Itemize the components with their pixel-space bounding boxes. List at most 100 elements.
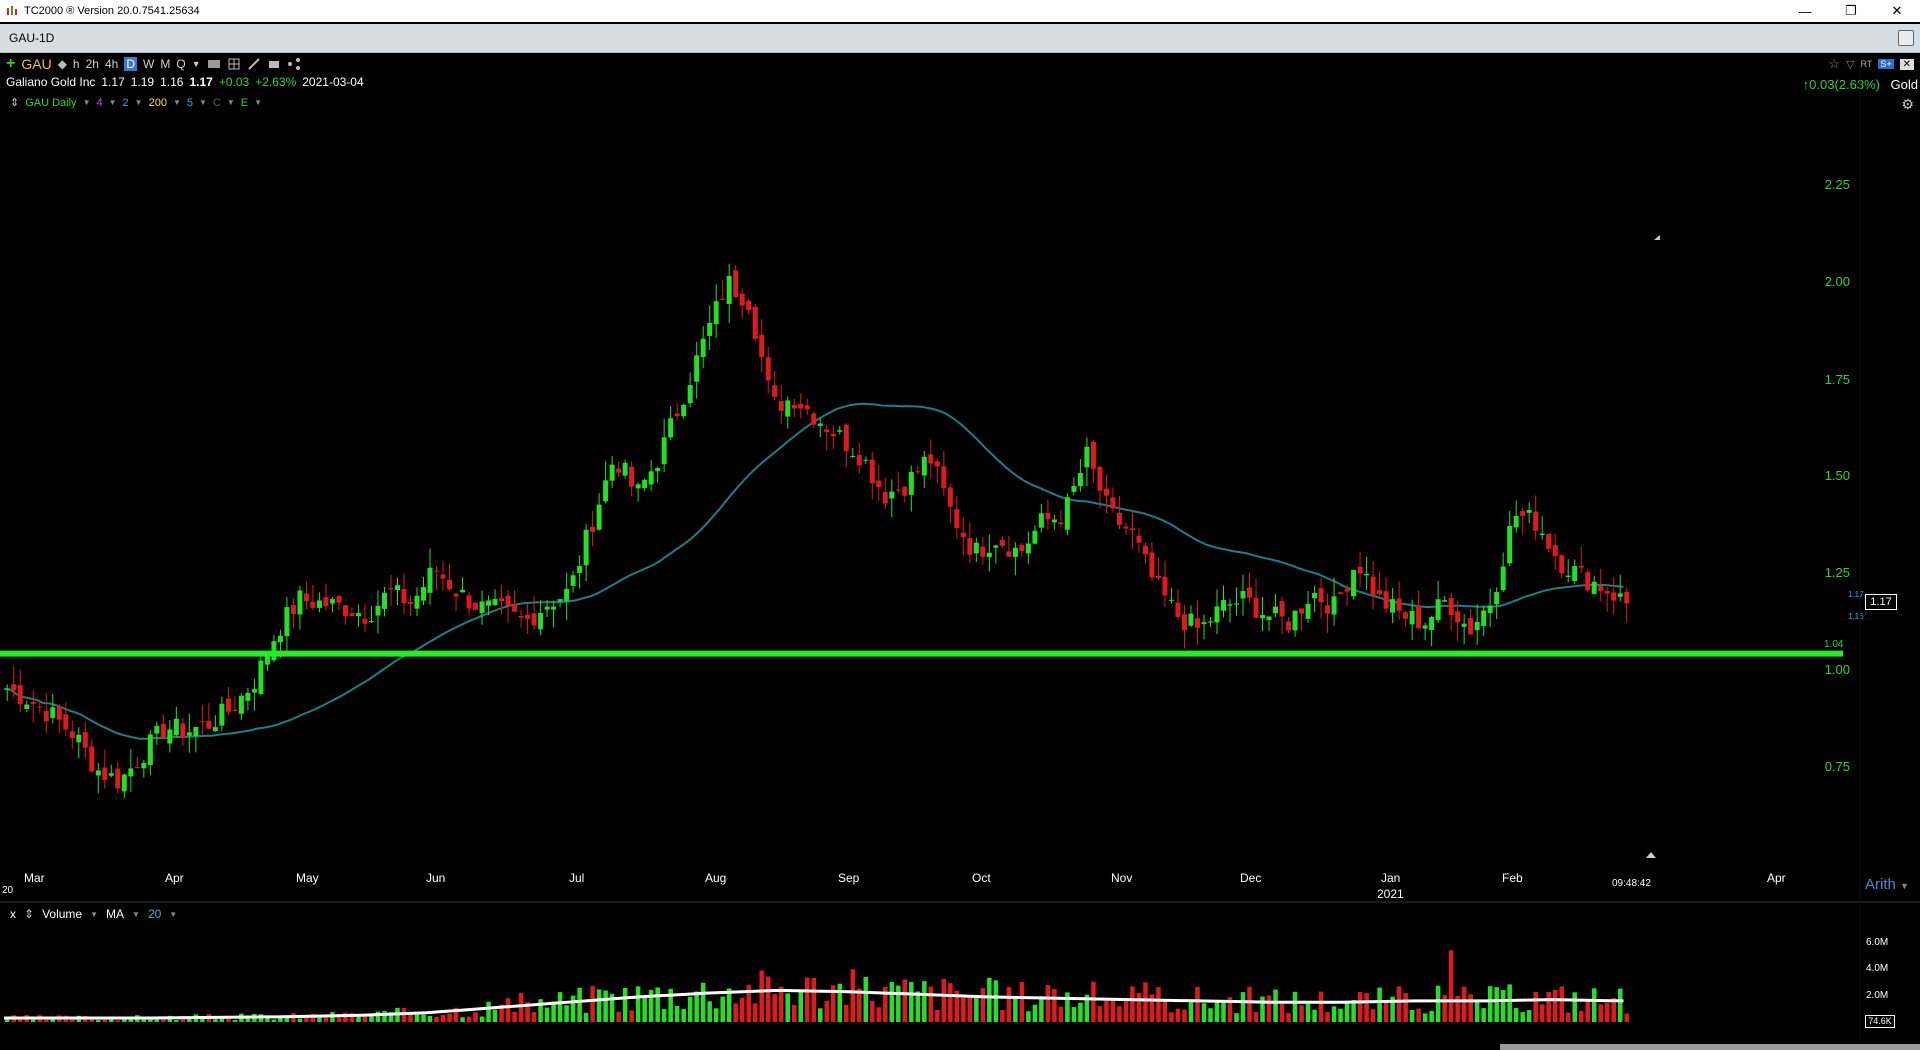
candle-body bbox=[95, 770, 101, 776]
volume-bar bbox=[232, 1019, 238, 1022]
volume-bar bbox=[1494, 987, 1499, 1022]
candle-body bbox=[1507, 526, 1513, 564]
candle-body bbox=[1129, 528, 1135, 531]
candle-body bbox=[43, 710, 49, 722]
candle-body bbox=[1155, 575, 1161, 579]
candle-body bbox=[24, 704, 30, 709]
volume-bar bbox=[1305, 1003, 1311, 1022]
candle-body bbox=[629, 466, 635, 487]
volume-bar bbox=[928, 986, 934, 1022]
candle-body bbox=[785, 400, 791, 417]
volume-bar bbox=[447, 1013, 452, 1022]
candle-body bbox=[863, 459, 869, 461]
scroll-up-marker bbox=[1646, 852, 1656, 858]
candle-body bbox=[375, 605, 381, 616]
volume-bar bbox=[772, 994, 777, 1022]
volume-bar bbox=[1078, 1002, 1083, 1022]
volume-bar bbox=[681, 1008, 686, 1022]
volume-bar bbox=[492, 1009, 498, 1022]
volume-bar bbox=[1208, 1008, 1213, 1022]
volume-bar bbox=[226, 1018, 231, 1022]
candle-body bbox=[960, 532, 966, 538]
candle-body bbox=[154, 725, 160, 734]
candle-body bbox=[1045, 512, 1051, 520]
candle-body bbox=[141, 762, 147, 769]
candle-body bbox=[1312, 592, 1318, 599]
candle-body bbox=[186, 732, 192, 736]
volume-bar bbox=[1344, 1002, 1350, 1022]
volume-bar bbox=[616, 1011, 621, 1022]
volume-bar bbox=[1546, 991, 1551, 1022]
volume-bar bbox=[1234, 1013, 1239, 1022]
volume-bar bbox=[414, 1014, 420, 1022]
candle-body bbox=[362, 618, 368, 624]
candle-body bbox=[466, 595, 472, 609]
candle-body bbox=[1409, 610, 1415, 625]
candle-body bbox=[1351, 570, 1357, 597]
volume-bar bbox=[213, 1019, 218, 1022]
candle-body bbox=[928, 454, 934, 464]
volume-bar bbox=[974, 997, 979, 1022]
candle-body bbox=[700, 338, 706, 358]
candle-body bbox=[388, 588, 394, 590]
candle-body bbox=[434, 570, 440, 572]
candle-body bbox=[512, 603, 518, 612]
volume-bar bbox=[577, 987, 582, 1022]
candle-body bbox=[381, 592, 387, 609]
candle-body bbox=[772, 385, 778, 397]
volume-bar bbox=[531, 1012, 537, 1022]
volume-bar bbox=[518, 993, 524, 1022]
candle-body bbox=[895, 489, 901, 491]
candle-body bbox=[1318, 588, 1324, 603]
candle-body bbox=[1110, 497, 1116, 509]
volume-bar bbox=[1624, 1013, 1629, 1022]
candle-body bbox=[1624, 591, 1630, 604]
candle-body bbox=[1136, 535, 1142, 543]
candle-body bbox=[251, 689, 257, 693]
volume-bar bbox=[1370, 1009, 1376, 1022]
volume-bar bbox=[1481, 1008, 1486, 1022]
volume-bar bbox=[564, 1005, 569, 1022]
volume-bar bbox=[434, 1016, 439, 1022]
volume-bar bbox=[1474, 999, 1480, 1022]
candle-body bbox=[1260, 614, 1266, 619]
volume-bar bbox=[1312, 1009, 1317, 1022]
candle-body bbox=[934, 461, 940, 467]
candle-body bbox=[538, 613, 544, 630]
volume-bar bbox=[1526, 1010, 1532, 1022]
volume-bar bbox=[1201, 1003, 1207, 1022]
candle-body bbox=[199, 721, 205, 723]
candle-body bbox=[1240, 591, 1246, 599]
volume-bar bbox=[1357, 992, 1363, 1022]
candle-body bbox=[1598, 585, 1604, 592]
candle-body bbox=[902, 486, 908, 496]
volume-bar bbox=[1058, 1006, 1064, 1022]
volume-bar bbox=[655, 987, 660, 1022]
candle-body bbox=[726, 276, 732, 305]
volume-bar bbox=[1598, 1004, 1603, 1022]
volume-bar bbox=[837, 983, 843, 1022]
candle-body bbox=[518, 616, 524, 618]
candle-body bbox=[1611, 592, 1617, 601]
volume-bar bbox=[642, 997, 647, 1022]
candle-body bbox=[160, 723, 166, 738]
volume-bar bbox=[1565, 1012, 1571, 1022]
volume-bar bbox=[687, 996, 693, 1022]
candle-body bbox=[759, 334, 765, 358]
volume-bar bbox=[1182, 1009, 1187, 1022]
volume-bar bbox=[1442, 995, 1447, 1022]
volume-bar bbox=[1175, 1008, 1181, 1022]
candle-body bbox=[713, 301, 719, 325]
volume-bar bbox=[297, 1018, 303, 1022]
candle-body bbox=[1422, 625, 1428, 629]
volume-bar bbox=[844, 1004, 849, 1022]
candle-body bbox=[277, 635, 283, 643]
candle-body bbox=[993, 545, 999, 548]
candle-body bbox=[1286, 621, 1292, 631]
candle-body bbox=[687, 385, 693, 404]
candle-body bbox=[811, 413, 817, 425]
candle-body bbox=[967, 538, 973, 555]
volume-bar bbox=[1383, 1002, 1389, 1022]
volume-bar bbox=[486, 1001, 491, 1022]
price-chart-svg[interactable] bbox=[0, 0, 1920, 1050]
